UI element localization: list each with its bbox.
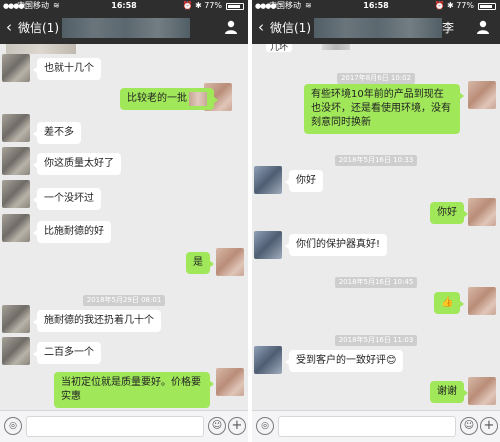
person-icon[interactable]: [224, 20, 238, 34]
avatar[interactable]: [2, 147, 30, 175]
status-bar: ●●●●○ 中国移动 ≋ 16:58 ⏰ ✱ 77%: [0, 0, 248, 12]
avatar[interactable]: [468, 377, 496, 405]
avatar[interactable]: [2, 337, 30, 365]
back-button-label[interactable]: 微信(1): [18, 20, 59, 36]
avatar[interactable]: [468, 287, 496, 315]
avatar[interactable]: [2, 305, 30, 333]
voice-icon[interactable]: ◎: [256, 417, 274, 435]
blurred-contact-name: [314, 18, 442, 38]
avatar[interactable]: [468, 198, 496, 226]
blurred-contact-name: [62, 18, 190, 38]
alarm-icon: ⏰: [434, 1, 445, 10]
message-list[interactable]: 也就十几个 比较老的一批 差不多 你这质量太好了 一个没坏过 比施耐德的好 是 …: [0, 44, 248, 410]
message-bubble[interactable]: 也就十几个: [33, 58, 101, 80]
timestamp-label: 2018年5月29日 08:01: [82, 295, 166, 306]
avatar[interactable]: [2, 54, 30, 82]
message-bubble[interactable]: 你好: [285, 170, 323, 192]
status-bar: ●●●●○ 中国移动 ≋ 16:58 ⏰ ✱ 77%: [252, 0, 500, 12]
message-bubble[interactable]: 当初定位就是质量要好。价格要实惠: [54, 372, 214, 408]
right-chat-screenshot: ●●●●○ 中国移动 ≋ 16:58 ⏰ ✱ 77% ‹ 微信(1) 李 几坏 …: [252, 0, 500, 442]
timestamp: 2018年5月16日 10:45: [252, 269, 500, 288]
plus-icon[interactable]: +: [480, 417, 498, 435]
message-bubble[interactable]: 是: [186, 252, 214, 274]
timestamp: 2018年5月16日 11:03: [252, 327, 500, 346]
avatar[interactable]: [2, 180, 30, 208]
plus-icon[interactable]: +: [228, 417, 246, 435]
message-bubble[interactable]: 受到客户的一致好评😊: [284, 350, 404, 372]
battery-icon: [226, 3, 244, 10]
timestamp-label: 2017年8月6日 10:02: [336, 73, 416, 84]
message-text: 比较老的一批: [127, 93, 187, 104]
avatar[interactable]: [2, 214, 30, 242]
bluetooth-icon: ✱: [446, 1, 454, 10]
message-input[interactable]: [26, 416, 204, 437]
chat-navbar: ‹ 微信(1): [0, 12, 248, 44]
blurred-message: [322, 44, 350, 50]
input-bar: ◎ ☺ +: [0, 410, 248, 442]
battery-percent: 77%: [456, 1, 474, 10]
person-icon[interactable]: [476, 20, 490, 34]
left-chat-screenshot: ●●●●○ 中国移动 ≋ 16:58 ⏰ ✱ 77% ‹ 微信(1) 也就十几个…: [0, 0, 248, 442]
timestamp: 2017年8月6日 10:02: [252, 65, 500, 84]
alarm-icon: ⏰: [182, 1, 193, 10]
message-bubble[interactable]: 有些环境10年前的产品到现在也没坏，还是看使用环境，没有刻意同时换新: [304, 84, 464, 134]
input-bar: ◎ ☺ +: [252, 410, 500, 442]
message-bubble[interactable]: 施耐德的我还扔着几十个: [33, 310, 161, 332]
timestamp: 2018年5月29日 08:01: [0, 287, 248, 306]
emoji-icon[interactable]: ☺: [460, 417, 478, 435]
avatar[interactable]: [2, 114, 30, 142]
status-right: ⏰ ✱ 77%: [434, 0, 474, 12]
status-right: ⏰ ✱ 77%: [182, 0, 222, 12]
avatar[interactable]: [468, 81, 496, 109]
message-bubble[interactable]: 二百多一个: [33, 342, 101, 364]
avatar[interactable]: [216, 368, 244, 396]
battery-icon: [478, 3, 496, 10]
timestamp: 2018年5月16日 10:33: [252, 147, 500, 166]
message-bubble[interactable]: 一个没坏过: [33, 188, 101, 210]
avatar[interactable]: [216, 248, 244, 276]
avatar[interactable]: [254, 231, 282, 259]
timestamp-label: 2018年5月16日 10:45: [334, 277, 418, 288]
avatar[interactable]: [254, 346, 282, 374]
battery-percent: 77%: [204, 1, 222, 10]
message-bubble[interactable]: 谢谢: [430, 381, 468, 403]
timestamp-label: 2018年5月16日 11:03: [334, 335, 418, 346]
blurred-message: [6, 44, 76, 54]
blurred-text: [189, 92, 207, 106]
message-input[interactable]: [278, 416, 456, 437]
message-bubble[interactable]: 你这质量太好了: [33, 153, 121, 175]
contact-name-suffix: 李: [442, 21, 455, 35]
voice-icon[interactable]: ◎: [4, 417, 22, 435]
back-chevron-icon[interactable]: ‹: [6, 18, 12, 36]
message-bubble[interactable]: 👍: [434, 292, 465, 314]
message-bubble-cut[interactable]: 几坏: [266, 44, 293, 53]
emoji-icon[interactable]: ☺: [208, 417, 226, 435]
timestamp-label: 2018年5月16日 10:33: [334, 155, 418, 166]
message-bubble[interactable]: 你好: [430, 202, 468, 224]
message-bubble[interactable]: 你们的保护器真好!: [284, 234, 388, 256]
avatar[interactable]: [254, 166, 282, 194]
back-button-label[interactable]: 微信(1): [270, 20, 311, 36]
bluetooth-icon: ✱: [194, 1, 202, 10]
chat-navbar: ‹ 微信(1) 李: [252, 12, 500, 44]
message-bubble[interactable]: 比较老的一批: [120, 88, 218, 110]
message-bubble[interactable]: 比施耐德的好: [33, 221, 111, 243]
message-list[interactable]: 几坏 2017年8月6日 10:02 有些环境10年前的产品到现在也没坏，还是看…: [252, 44, 500, 410]
back-chevron-icon[interactable]: ‹: [258, 18, 264, 36]
message-bubble[interactable]: 差不多: [33, 122, 81, 144]
